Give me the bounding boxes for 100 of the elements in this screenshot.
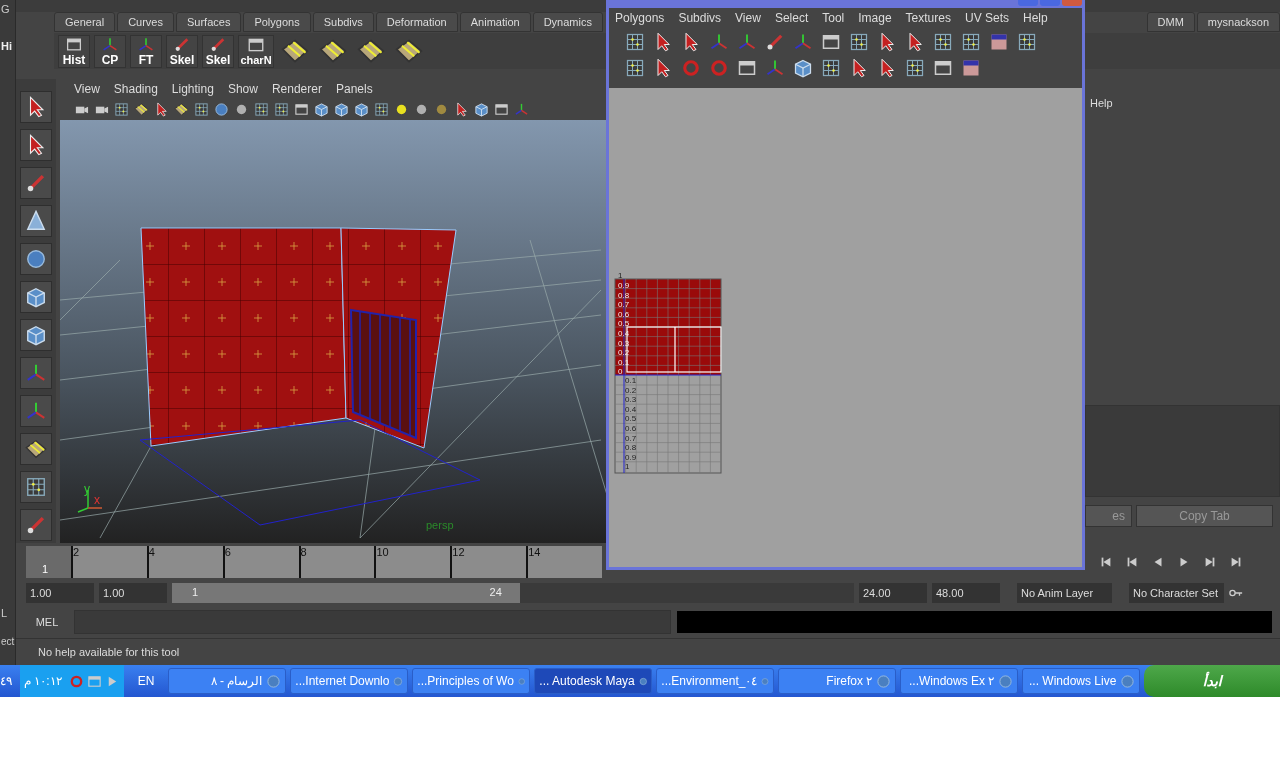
taskbar-button[interactable]: ... Windows Live <box>1022 668 1141 694</box>
cube-icon[interactable] <box>334 101 349 117</box>
plane-icon[interactable] <box>134 101 149 117</box>
window-icon[interactable] <box>737 58 757 78</box>
grid-icon[interactable] <box>933 32 953 52</box>
language-indicator[interactable]: EN <box>137 674 155 688</box>
shelf-button[interactable]: Skel <box>166 34 198 68</box>
tool-button[interactable] <box>20 243 52 275</box>
shelf-button[interactable]: CP <box>94 34 126 68</box>
range-end-field[interactable]: 24.00 <box>859 583 927 603</box>
taskbar-button[interactable]: ... Autodesk Maya <box>534 668 653 694</box>
frame-tick: 14 <box>526 545 602 578</box>
axes-icon[interactable] <box>793 32 813 52</box>
taskbar-button[interactable]: الرسام - ٨ <box>168 668 287 694</box>
menu-item[interactable]: Subdivs <box>678 11 722 25</box>
tool-button[interactable] <box>20 319 52 351</box>
menu-item[interactable]: Image <box>858 11 892 25</box>
grid-icon[interactable] <box>194 101 209 117</box>
window-icon[interactable] <box>933 58 953 78</box>
taskbar-button[interactable]: ...Windows Ex ٢ <box>900 668 1019 694</box>
shelf-tab[interactable]: Deformation <box>375 12 458 32</box>
menu-item[interactable]: Select <box>774 11 809 25</box>
tool-button[interactable] <box>20 471 52 503</box>
taskbar-button[interactable]: ...Principles of Wo <box>412 668 531 694</box>
tool-button[interactable] <box>20 433 52 465</box>
window-icon[interactable] <box>294 101 309 117</box>
shelf-button[interactable]: charN <box>238 34 274 68</box>
range-start-field[interactable]: 1.00 <box>99 583 167 603</box>
grid-icon[interactable] <box>905 58 925 78</box>
grid-icon[interactable] <box>625 32 645 52</box>
tool-button[interactable] <box>20 167 52 199</box>
tool-button[interactable] <box>20 91 52 123</box>
plane-icon[interactable] <box>174 101 189 117</box>
character-set-dropdown[interactable]: No Character Set <box>1129 583 1224 603</box>
menu-item[interactable]: View <box>74 81 100 96</box>
grid-icon[interactable] <box>254 101 269 117</box>
menu-item[interactable]: Panels <box>335 81 373 96</box>
menu-item[interactable]: Shading <box>113 81 158 96</box>
grid-icon[interactable] <box>274 101 289 117</box>
shelf-button[interactable]: Skel <box>202 34 234 68</box>
grid-icon <box>25 476 47 498</box>
grid-icon[interactable] <box>374 101 389 117</box>
plane-icon[interactable] <box>319 37 347 65</box>
end-time-field[interactable]: 48.00 <box>932 583 1000 603</box>
plane-icon[interactable] <box>281 37 309 65</box>
time-slider[interactable]: 1 2 4 6 8 10 12 14 <box>26 545 602 578</box>
menu-item[interactable]: Show <box>227 81 258 96</box>
cube-icon[interactable] <box>354 101 369 117</box>
menu-item[interactable]: Polygons <box>615 11 665 25</box>
axes-icon[interactable] <box>765 58 785 78</box>
plane-icon[interactable] <box>395 37 423 65</box>
start-time-field[interactable]: 1.00 <box>26 583 94 603</box>
tool-button[interactable] <box>20 281 52 313</box>
cube-icon[interactable] <box>474 101 489 117</box>
cursor-icon[interactable] <box>154 101 169 117</box>
shelf-tab[interactable]: Dynamics <box>532 12 603 32</box>
shelf-tab[interactable]: General <box>54 12 116 32</box>
grid-icon[interactable] <box>1017 32 1037 52</box>
menu-item[interactable]: Lighting <box>171 81 214 96</box>
cube-icon[interactable] <box>314 101 329 117</box>
tool-button[interactable] <box>20 205 52 237</box>
axes-icon[interactable] <box>514 101 529 117</box>
brush-icon[interactable] <box>765 32 785 52</box>
shelf-tab[interactable]: Polygons <box>243 12 311 32</box>
cube-icon[interactable] <box>793 58 813 78</box>
axes-icon[interactable] <box>737 32 757 52</box>
shelf-button[interactable]: Hist <box>58 34 90 68</box>
window-icon[interactable] <box>821 32 841 52</box>
menu-item[interactable]: Tool <box>822 11 845 25</box>
cursor-icon[interactable] <box>454 101 469 117</box>
shelf-tab[interactable]: mysnackson <box>1196 12 1280 32</box>
shelf-tab[interactable]: Animation <box>459 12 531 32</box>
grid-icon[interactable] <box>821 58 841 78</box>
plane-icon[interactable] <box>357 37 385 65</box>
shelf-tab[interactable]: Surfaces <box>176 12 242 32</box>
grid-icon[interactable] <box>961 32 981 52</box>
shelf-tab[interactable]: Subdivs <box>312 12 374 32</box>
shelf-button[interactable]: FT <box>130 34 162 68</box>
edge-label: G <box>1 3 10 15</box>
range-slider[interactable]: 1 24 <box>172 583 520 603</box>
sphere-icon[interactable] <box>214 101 229 117</box>
taskbar-button[interactable]: ...Internet Downlo <box>290 668 409 694</box>
grid-icon[interactable] <box>114 101 129 117</box>
start-button[interactable]: ابدأ <box>1144 665 1280 697</box>
menu-item[interactable]: UV Sets <box>964 11 1009 25</box>
shelf-tab[interactable]: DMM <box>1146 12 1195 32</box>
window-icon[interactable] <box>494 101 509 117</box>
axes-icon[interactable] <box>709 32 729 52</box>
taskbar-button[interactable]: Firefox ٢ <box>778 668 897 694</box>
tool-button[interactable] <box>20 129 52 161</box>
shelf-tab[interactable]: Curves <box>117 12 174 32</box>
menu-item[interactable]: View <box>735 11 761 25</box>
tool-button[interactable] <box>20 509 52 541</box>
taskbar-button[interactable]: ...Environment_٠٤ <box>656 668 775 694</box>
menu-item[interactable]: Help <box>1023 11 1048 25</box>
menu-item[interactable]: Textures <box>905 11 951 25</box>
anim-layer-dropdown[interactable]: No Anim Layer <box>1017 583 1112 603</box>
grid-icon[interactable] <box>625 58 645 78</box>
grid-icon[interactable] <box>849 32 869 52</box>
menu-item[interactable]: Renderer <box>271 81 322 96</box>
